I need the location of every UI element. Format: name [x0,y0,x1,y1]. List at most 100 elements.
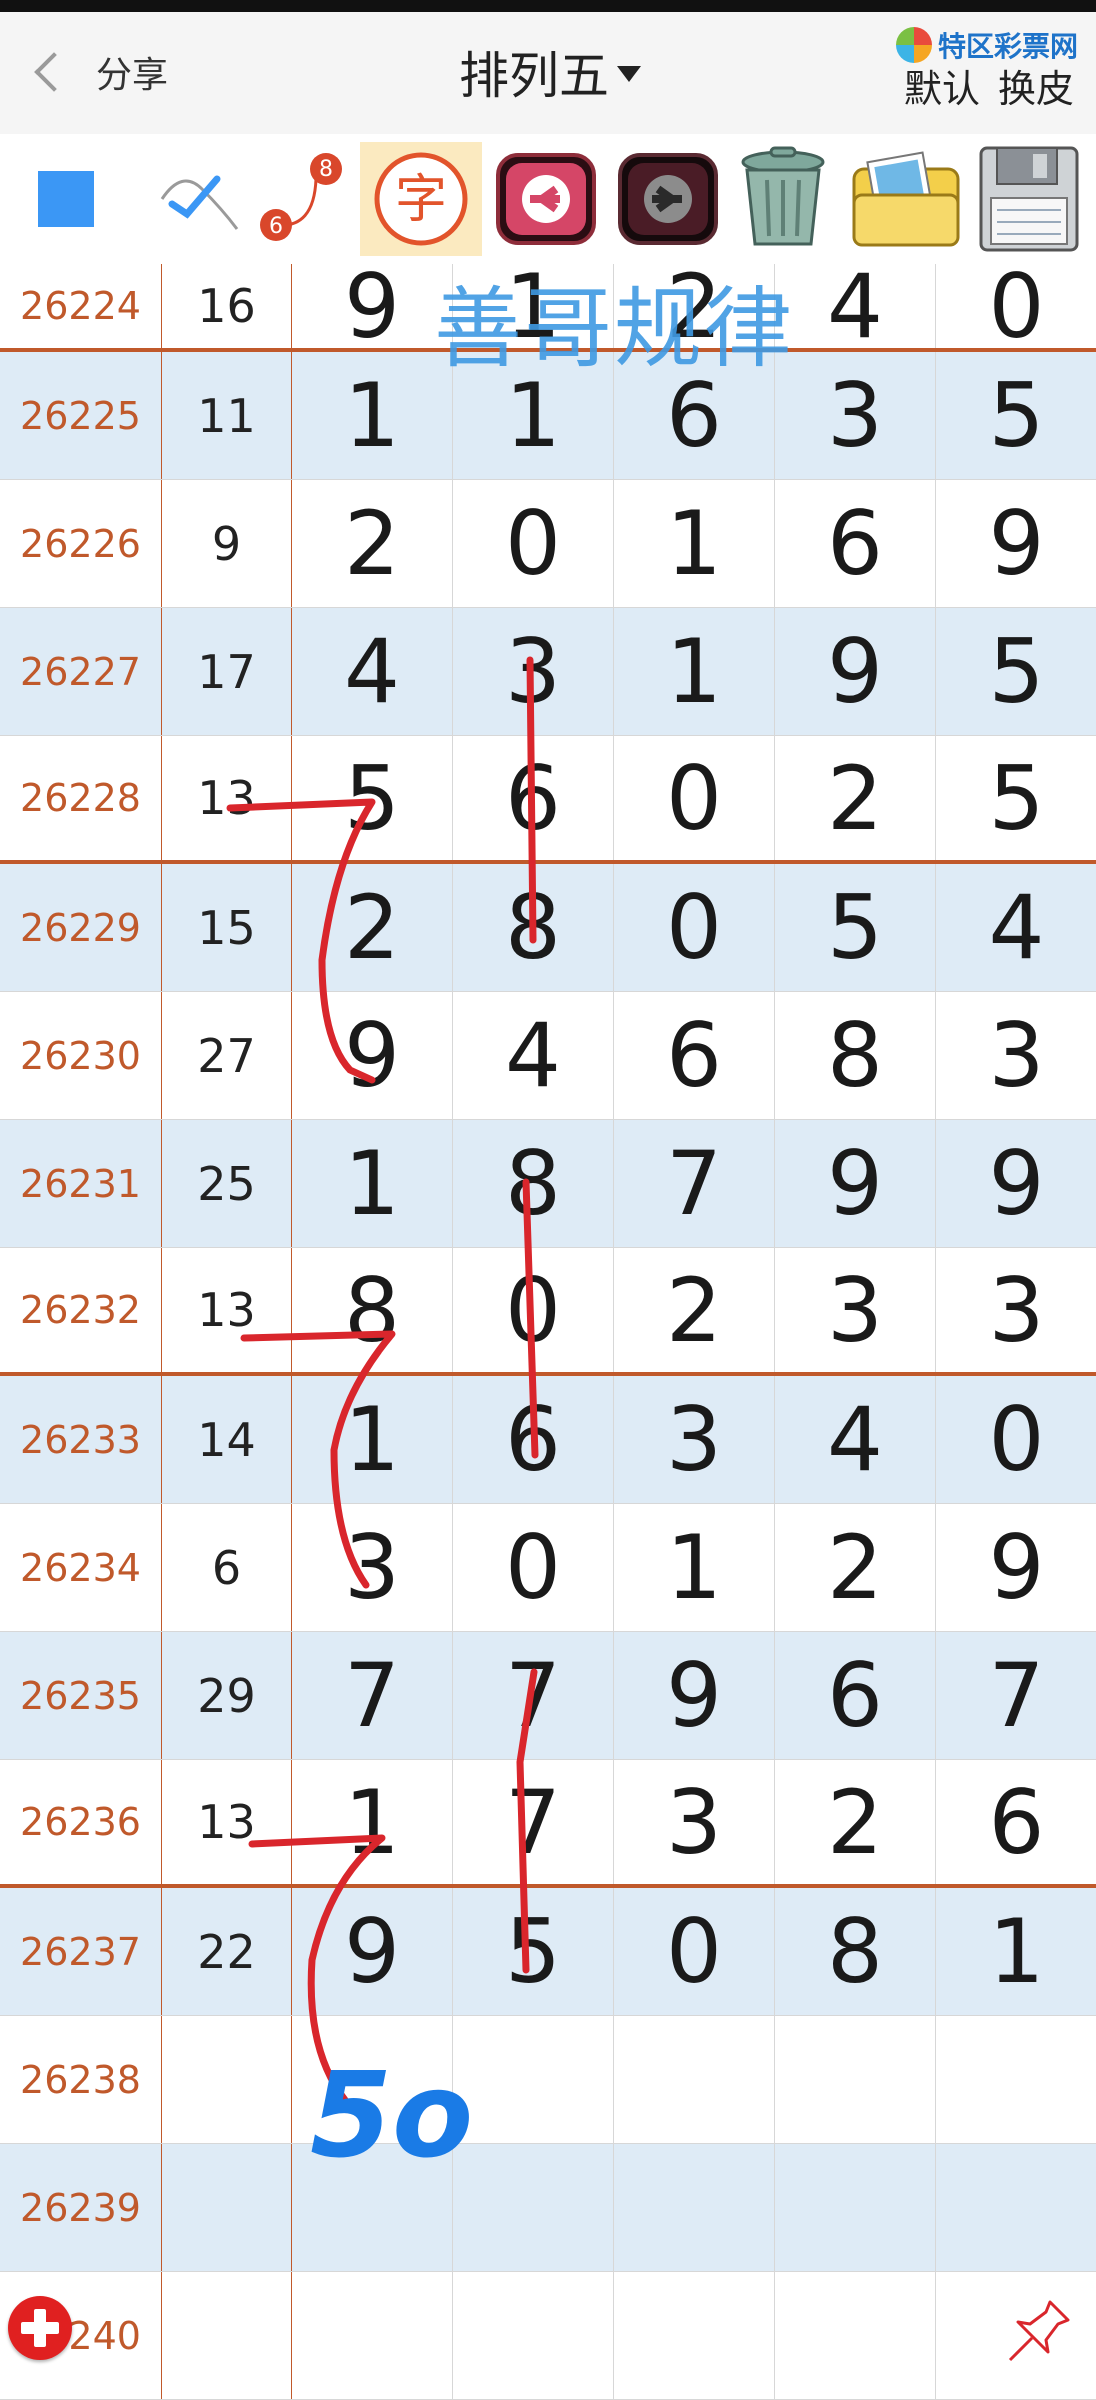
undo-button[interactable] [490,142,602,256]
draw-digit-3[interactable]: 2 [614,1248,775,1372]
draw-digit-1[interactable]: 9 [292,255,453,358]
draw-digit-3[interactable]: 7 [614,1120,775,1247]
draw-digit-5[interactable]: 5 [936,736,1096,860]
draw-digit-5[interactable]: 9 [936,480,1096,607]
draw-digit-4[interactable]: 2 [775,1760,936,1884]
draw-digit-4[interactable]: 6 [775,480,936,607]
draw-digit-3[interactable]: 1 [614,480,775,607]
change-skin-button[interactable]: 换皮 [998,58,1074,113]
draw-digit-2[interactable]: 0 [453,1504,614,1631]
draw-digit-2[interactable]: 8 [453,864,614,991]
draw-digit-5[interactable]: 3 [936,992,1096,1119]
redo-button[interactable] [612,142,724,256]
draw-digit-3[interactable]: 3 [614,1760,775,1884]
draw-digit-1[interactable]: 3 [292,1504,453,1631]
table-row[interactable]: 26229 15 2 8 0 5 4 [0,864,1096,992]
draw-digit-4[interactable]: 3 [775,352,936,479]
draw-digit-3[interactable]: 0 [614,864,775,991]
draw-digit-3[interactable]: 6 [614,992,775,1119]
draw-digit-1[interactable]: 9 [292,1888,453,2015]
draw-digit-5[interactable]: 7 [936,1632,1096,1759]
pin-icon[interactable] [1004,2296,1074,2366]
draw-digit-5[interactable]: 0 [936,255,1096,358]
pen-tool-button[interactable] [136,142,248,256]
back-share-button[interactable]: 分享 [30,42,180,102]
draw-digit-2[interactable] [453,2144,614,2271]
draw-digit-4[interactable]: 2 [775,736,936,860]
draw-digit-2[interactable]: 8 [453,1120,614,1247]
color-picker-button[interactable] [18,142,114,256]
draw-digit-4[interactable]: 6 [775,1632,936,1759]
default-button[interactable]: 默认 [904,58,980,113]
draw-digit-5[interactable]: 5 [936,352,1096,479]
draw-digit-4[interactable]: 9 [775,608,936,735]
table-row[interactable]: 26230 27 9 4 6 8 3 [0,992,1096,1120]
table-row[interactable]: 26237 22 9 5 0 8 1 [0,1888,1096,2016]
table-row[interactable]: 26231 25 1 8 7 9 9 [0,1120,1096,1248]
draw-digit-1[interactable]: 1 [292,1760,453,1884]
draw-digit-4[interactable]: 8 [775,992,936,1119]
number-link-button[interactable]: 8 6 [254,142,350,256]
table-row[interactable]: 26233 14 1 6 3 4 0 [0,1376,1096,1504]
table-row[interactable]: 26238 [0,2016,1096,2144]
draw-digit-4[interactable]: 3 [775,1248,936,1372]
draw-digit-2[interactable]: 0 [453,480,614,607]
add-button[interactable] [8,2296,72,2360]
draw-digit-2[interactable]: 0 [453,1248,614,1372]
draw-digit-2[interactable]: 7 [453,1632,614,1759]
draw-digit-4[interactable]: 9 [775,1120,936,1247]
gallery-button[interactable] [846,142,966,256]
draw-digit-1[interactable]: 8 [292,1248,453,1372]
draw-digit-3[interactable]: 1 [614,608,775,735]
table-row[interactable]: 26236 13 1 7 3 2 6 [0,1760,1096,1888]
table-row[interactable]: 26228 13 5 6 0 2 5 [0,736,1096,864]
draw-digit-5[interactable] [936,2016,1096,2143]
draw-digit-2[interactable]: 6 [453,736,614,860]
draw-digit-1[interactable]: 1 [292,1120,453,1247]
draw-digit-1[interactable]: 4 [292,608,453,735]
draw-digit-4[interactable] [775,2144,936,2271]
draw-digit-5[interactable]: 5 [936,608,1096,735]
draw-digit-5[interactable]: 4 [936,864,1096,991]
draw-digit-1[interactable]: 1 [292,1376,453,1503]
draw-digit-4[interactable]: 4 [775,255,936,358]
draw-digit-5[interactable]: 1 [936,1888,1096,2015]
draw-digit-5[interactable]: 6 [936,1760,1096,1884]
table-row[interactable]: 26234 6 3 0 1 2 9 [0,1504,1096,1632]
draw-digit-1[interactable]: 1 [292,352,453,479]
draw-digit-3[interactable]: 3 [614,1376,775,1503]
draw-digit-1[interactable]: 9 [292,992,453,1119]
table-row[interactable]: 26235 29 7 7 9 6 7 [0,1632,1096,1760]
save-button[interactable] [972,142,1086,256]
draw-digit-3[interactable]: 0 [614,736,775,860]
draw-digit-4[interactable]: 4 [775,1376,936,1503]
draw-digit-2[interactable]: 7 [453,1760,614,1884]
draw-digit-4[interactable] [775,2016,936,2143]
draw-digit-5[interactable]: 0 [936,1376,1096,1503]
table-row[interactable]: 26240 [0,2272,1096,2400]
draw-digit-3[interactable] [614,2016,775,2143]
draw-digit-4[interactable]: 5 [775,864,936,991]
draw-digit-5[interactable] [936,2144,1096,2271]
draw-digit-2[interactable]: 3 [453,608,614,735]
draw-digit-1[interactable]: 2 [292,480,453,607]
clear-button[interactable] [726,142,840,256]
table-row[interactable]: 26232 13 8 0 2 3 3 [0,1248,1096,1376]
text-tool-button[interactable]: 字 [360,142,482,256]
draw-digit-1[interactable]: 5 [292,736,453,860]
table-row[interactable]: 26239 [0,2144,1096,2272]
table-row[interactable]: 26226 9 2 0 1 6 9 [0,480,1096,608]
draw-digit-3[interactable]: 1 [614,1504,775,1631]
draw-digit-5[interactable]: 9 [936,1504,1096,1631]
draw-digit-3[interactable]: 9 [614,1632,775,1759]
draw-digit-4[interactable]: 2 [775,1504,936,1631]
draw-digit-3[interactable] [614,2144,775,2271]
draw-digit-2[interactable]: 4 [453,992,614,1119]
draw-digit-4[interactable]: 8 [775,1888,936,2015]
draw-digit-2[interactable]: 6 [453,1376,614,1503]
draw-digit-1[interactable]: 2 [292,864,453,991]
draw-digit-5[interactable]: 3 [936,1248,1096,1372]
draw-digit-1[interactable]: 7 [292,1632,453,1759]
lottery-type-dropdown[interactable]: 排列五 [440,34,660,110]
draw-digit-5[interactable]: 9 [936,1120,1096,1247]
